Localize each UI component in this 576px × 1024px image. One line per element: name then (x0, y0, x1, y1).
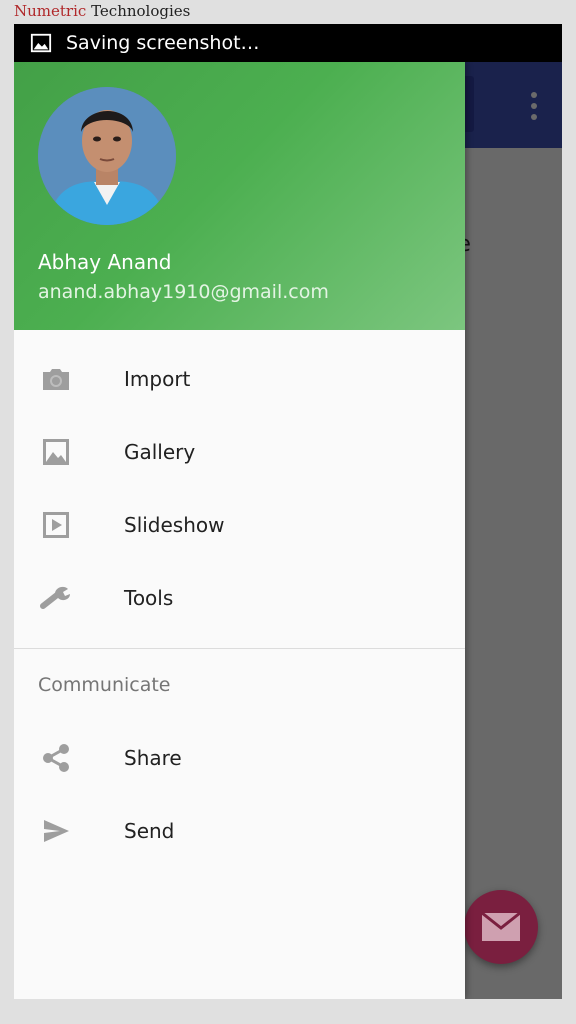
status-text: Saving screenshot… (66, 32, 260, 54)
camera-icon (40, 363, 72, 395)
menu-item-gallery[interactable]: Gallery (14, 415, 465, 488)
profile-photo (38, 87, 176, 225)
avatar[interactable] (38, 87, 176, 225)
slideshow-icon (40, 509, 72, 541)
wrench-icon (40, 582, 72, 614)
watermark: Numetric Technologies (14, 2, 190, 20)
send-icon (40, 815, 72, 847)
share-icon (40, 742, 72, 774)
menu-item-label: Send (124, 818, 175, 843)
menu-item-label: Gallery (124, 439, 196, 464)
section-title: Communicate (38, 674, 171, 696)
watermark-brand: Numetric (14, 2, 87, 20)
menu-item-label: Share (124, 745, 182, 770)
compose-fab[interactable] (464, 890, 538, 964)
menu-item-send[interactable]: Send (14, 794, 465, 867)
status-bar: Saving screenshot… (14, 24, 562, 62)
menu-item-label: Tools (124, 585, 174, 610)
user-name: Abhay Anand (38, 250, 172, 274)
menu-divider (14, 648, 465, 649)
menu-item-label: Import (124, 366, 191, 391)
phone-screen: Saving screenshot… ofile (14, 24, 562, 999)
mail-icon (481, 912, 521, 941)
image-icon (30, 33, 52, 53)
user-email: anand.abhay1910@gmail.com (38, 281, 329, 303)
menu-item-slideshow[interactable]: Slideshow (14, 488, 465, 561)
menu-item-tools[interactable]: Tools (14, 561, 465, 634)
navigation-drawer: Abhay Anand anand.abhay1910@gmail.com Im… (14, 62, 465, 999)
menu-item-share[interactable]: Share (14, 721, 465, 794)
menu-item-import[interactable]: Import (14, 342, 465, 415)
photo-icon (40, 436, 72, 468)
drawer-header: Abhay Anand anand.abhay1910@gmail.com (14, 62, 465, 330)
watermark-text: Technologies (91, 2, 191, 20)
menu-item-label: Slideshow (124, 512, 225, 537)
